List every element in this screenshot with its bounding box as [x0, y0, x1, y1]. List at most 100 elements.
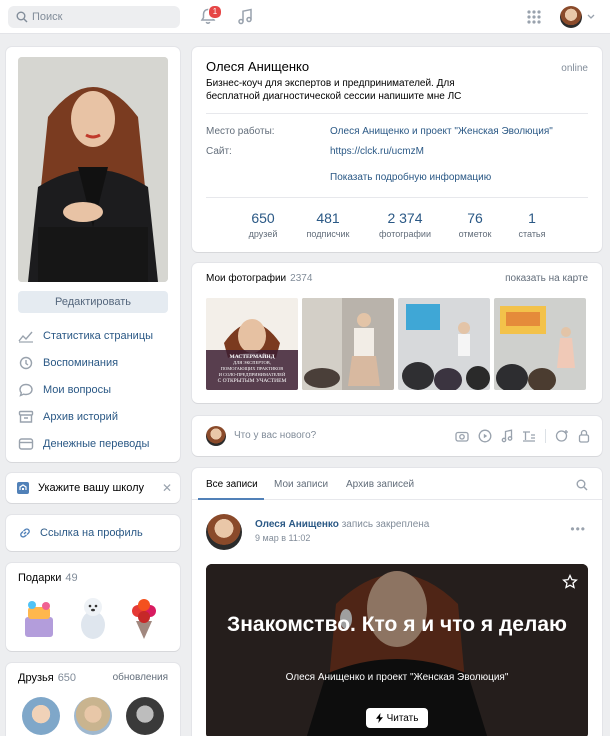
photo-thumbnail[interactable]: МАСТЕРМАЙНД ДЛЯ ЭКСПЕРТОВ, ПОМОГАЮЩИХ ПР… [206, 298, 298, 390]
friends-updates-link[interactable]: обновления [113, 672, 168, 683]
photo-caption: МАСТЕРМАЙНД ДЛЯ ЭКСПЕРТОВ, ПОМОГАЮЩИХ ПР… [206, 354, 298, 384]
tab-my-posts[interactable]: Мои записи [274, 479, 328, 490]
profile-link-label: Ссылка на профиль [40, 527, 143, 539]
article-icon[interactable] [522, 430, 536, 442]
video-icon[interactable] [478, 429, 492, 443]
stat-label: подписчик [306, 229, 350, 239]
post-author-avatar[interactable] [206, 514, 242, 550]
profile-link-card[interactable]: Ссылка на профиль [6, 515, 180, 551]
idea-icon[interactable] [555, 429, 569, 443]
gift-polar-bear-icon[interactable] [76, 595, 110, 641]
sidebar-item-label: Архив историй [43, 411, 118, 423]
star-icon[interactable] [562, 574, 578, 590]
wall-tabs: Все записи Мои записи Архив записей [192, 468, 602, 500]
sidebar-item-label: Воспоминания [43, 357, 119, 369]
lock-icon[interactable] [578, 429, 590, 443]
site-label: Сайт: [206, 146, 232, 157]
sidebar-item-label: Статистика страницы [43, 330, 154, 342]
photos-title[interactable]: Мои фотографии 2374 [206, 273, 312, 284]
search-icon [16, 11, 28, 23]
photo-thumbnail[interactable] [398, 298, 490, 390]
photos-count: 2374 [290, 273, 313, 284]
camera-icon[interactable] [455, 430, 469, 442]
friend-avatar[interactable] [74, 697, 112, 735]
work-link[interactable]: Олеся Анищенко и проект "Женская Эволюци… [330, 126, 553, 137]
stat-articles[interactable]: 1 статья [497, 210, 567, 239]
apps-grid-icon[interactable] [527, 10, 541, 24]
gift-bouquet-icon[interactable] [126, 595, 162, 641]
gifts-title-text: Подарки [18, 572, 62, 584]
stat-label: друзей [248, 229, 278, 239]
post-author-link[interactable]: Олеся Анищенко [255, 519, 339, 530]
sidebar-item-stories-archive[interactable]: Архив историй [18, 408, 118, 426]
chart-icon [18, 331, 33, 343]
profile-photo-image [18, 57, 168, 282]
stat-value: 481 [316, 210, 340, 226]
article-title: Знакомство. Кто я и что я делаю [227, 613, 567, 636]
photo-presentation-image [494, 298, 586, 390]
photos-title-text: Мои фотографии [206, 273, 287, 284]
photo-seminar-image [398, 298, 490, 390]
photo-speaker-image [302, 298, 394, 390]
friend-avatar[interactable] [22, 697, 60, 735]
divider [206, 197, 588, 198]
edit-profile-button[interactable]: Редактировать [18, 291, 168, 313]
sidebar-item-stats[interactable]: Статистика страницы [18, 327, 153, 345]
school-prompt-card[interactable]: Укажите вашу школу ✕ [6, 473, 180, 503]
archive-icon [18, 410, 34, 423]
post-composer[interactable]: Что у вас нового? [192, 416, 602, 456]
link-icon [20, 528, 30, 538]
photo-thumbnail[interactable] [494, 298, 586, 390]
gifts-title[interactable]: Подарки 49 [18, 572, 78, 584]
article-subtitle: Олеся Анищенко и проект "Женская Эволюци… [285, 672, 509, 683]
notification-badge: 1 [208, 5, 222, 19]
gifts-card: Подарки 49 [6, 563, 180, 651]
history-icon [19, 356, 33, 370]
show-more-info-link[interactable]: Показать подробную информацию [330, 172, 491, 183]
read-button-label: Читать [386, 712, 419, 724]
sidebar-item-questions[interactable]: Мои вопросы [18, 381, 111, 399]
friends-title[interactable]: Друзья 650 [18, 672, 76, 684]
stat-followers[interactable]: 481 подписчик [293, 210, 363, 239]
work-label: Место работы: [206, 126, 275, 137]
stat-friends[interactable]: 650 друзей [228, 210, 298, 239]
more-options-icon[interactable]: ••• [570, 522, 586, 536]
gift-cake-icon[interactable] [22, 597, 56, 641]
site-link[interactable]: https://clck.ru/ucmzM [330, 146, 424, 157]
profile-info-card: Олеся Анищенко online Бизнес-коуч для эк… [192, 47, 602, 252]
chevron-down-icon[interactable] [587, 14, 595, 20]
avatar[interactable] [560, 6, 582, 28]
sidebar-item-memories[interactable]: Воспоминания [18, 354, 118, 372]
stat-value: 2 374 [387, 210, 423, 226]
lightning-icon [375, 713, 383, 723]
search-icon[interactable] [576, 479, 588, 491]
divider [545, 429, 546, 443]
profile-photo[interactable] [18, 57, 168, 282]
music-icon[interactable] [501, 429, 513, 443]
read-article-button[interactable]: Читать [366, 708, 428, 728]
sidebar-item-money-transfers[interactable]: Денежные переводы [18, 435, 149, 453]
tab-all-posts[interactable]: Все записи [206, 479, 258, 490]
stat-label: фотографии [379, 229, 431, 239]
page-title: Олеся Анищенко [206, 59, 310, 74]
top-header: Поиск 1 [0, 0, 610, 34]
school-icon [17, 482, 29, 494]
post-date[interactable]: 9 мар в 11:02 [255, 533, 310, 543]
money-transfer-icon [18, 438, 34, 450]
photo-thumbnail[interactable] [302, 298, 394, 390]
post-header: Олеся Анищенко запись закреплена [255, 519, 429, 530]
close-icon[interactable]: ✕ [162, 481, 172, 495]
friend-avatar[interactable] [126, 697, 164, 735]
music-icon[interactable] [237, 8, 253, 25]
wall-feed: Все записи Мои записи Архив записей Олес… [192, 468, 602, 736]
question-icon [19, 383, 33, 397]
search-input[interactable]: Поиск [8, 6, 180, 28]
post-action: запись закреплена [341, 519, 430, 530]
stat-photos[interactable]: 2 374 фотографии [370, 210, 440, 239]
show-on-map-link[interactable]: показать на карте [505, 273, 588, 284]
online-status: online [561, 63, 588, 74]
tab-archive[interactable]: Архив записей [346, 479, 414, 490]
friends-title-text: Друзья [18, 672, 54, 684]
friends-card: Друзья 650 обновления [6, 663, 180, 736]
article-snippet[interactable]: Знакомство. Кто я и что я делаю Олеся Ан… [206, 564, 588, 736]
